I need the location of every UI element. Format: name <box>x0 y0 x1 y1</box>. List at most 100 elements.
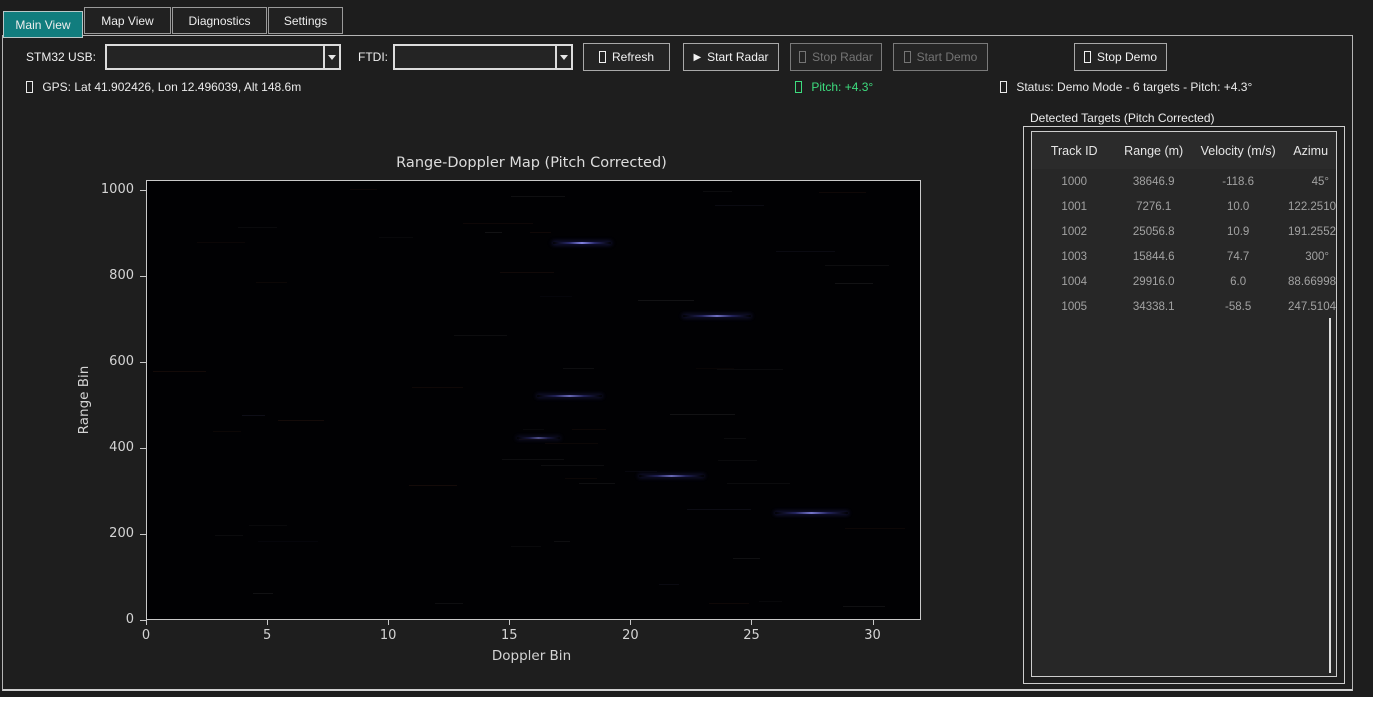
noise-speck <box>565 478 597 479</box>
noise-speck <box>703 191 732 192</box>
button-label: Start Demo <box>917 50 978 64</box>
target-streak <box>775 512 847 514</box>
stop-demo-button[interactable]: Stop Demo <box>1074 43 1167 71</box>
noise-speck <box>258 541 318 542</box>
table-cell: 191.2552 <box>1285 219 1336 244</box>
table-cell: 34338.1 <box>1116 294 1191 319</box>
column-header[interactable]: Velocity (m/s) <box>1191 132 1285 169</box>
x-tick-label: 5 <box>247 628 287 643</box>
noise-speck <box>350 189 377 190</box>
noise-speck <box>670 414 735 415</box>
stm32-usb-label: STM32 USB: <box>26 50 96 64</box>
targets-table[interactable]: Track IDRange (m)Velocity (m/s)Azimu1000… <box>1031 131 1337 677</box>
noise-speck <box>727 483 791 484</box>
table-cell: 25056.8 <box>1116 219 1191 244</box>
tab-label: Settings <box>284 14 327 28</box>
x-tick-label: 30 <box>853 628 893 643</box>
tab-label: Diagnostics <box>188 14 250 28</box>
table-row[interactable]: 100534338.1-58.5247.5104 <box>1032 294 1336 319</box>
table-row[interactable]: 100038646.9-118.645° <box>1032 169 1336 194</box>
start-radar-button[interactable]: ▶ Start Radar <box>683 43 779 71</box>
table-cell: 1002 <box>1032 219 1116 244</box>
column-header[interactable]: Range (m) <box>1116 132 1191 169</box>
noise-speck <box>197 242 244 243</box>
column-header[interactable]: Track ID <box>1032 132 1116 169</box>
tab-map-view[interactable]: Map View <box>84 7 171 34</box>
y-tick-mark <box>140 276 146 277</box>
stm32-usb-value[interactable] <box>107 46 323 68</box>
noise-speck <box>554 541 570 542</box>
noise-speck <box>724 438 746 439</box>
table-cell: 38646.9 <box>1116 169 1191 194</box>
x-tick-label: 20 <box>610 628 650 643</box>
noise-speck <box>215 535 243 536</box>
range-doppler-plot[interactable] <box>146 180 921 620</box>
table-scrollbar[interactable] <box>1329 318 1331 673</box>
stop-icon <box>1084 51 1091 63</box>
table-row[interactable]: 100429916.06.088.66998 <box>1032 269 1336 294</box>
table-cell: 29916.0 <box>1116 269 1191 294</box>
noise-speck <box>463 223 532 224</box>
y-tick-label: 600 <box>62 354 134 369</box>
noise-speck <box>519 439 547 440</box>
status-icon <box>1000 81 1007 93</box>
x-tick-mark <box>388 620 389 625</box>
gps-status: GPS: Lat 41.902426, Lon 12.496039, Alt 1… <box>26 80 301 94</box>
noise-speck <box>454 335 507 336</box>
ftdi-combobox[interactable] <box>393 44 573 70</box>
targets-panel-title: Detected Targets (Pitch Corrected) <box>1030 111 1215 125</box>
tab-main-view[interactable]: Main View <box>3 11 83 38</box>
noise-speck <box>540 296 572 297</box>
noise-speck <box>625 471 657 472</box>
table-cell: 1003 <box>1032 244 1116 269</box>
table-cell: 300° <box>1285 244 1336 269</box>
table-row[interactable]: 100315844.674.7300° <box>1032 244 1336 269</box>
noise-speck <box>717 369 783 370</box>
table-cell: 1004 <box>1032 269 1116 294</box>
column-header[interactable]: Azimu <box>1285 132 1336 169</box>
x-tick-mark <box>873 620 874 625</box>
noise-speck <box>249 525 287 526</box>
play-icon: ▶ <box>693 52 701 63</box>
noise-speck <box>541 465 605 466</box>
refresh-button[interactable]: Refresh <box>583 43 670 71</box>
table-cell: 74.7 <box>1191 244 1285 269</box>
start-demo-button[interactable]: Start Demo <box>893 43 988 71</box>
y-tick-mark <box>140 534 146 535</box>
noise-speck <box>502 459 564 460</box>
table-cell: 6.0 <box>1191 269 1285 294</box>
noise-speck <box>715 205 764 206</box>
x-tick-mark <box>630 620 631 625</box>
stop-radar-button[interactable]: Stop Radar <box>790 43 882 71</box>
noise-speck <box>638 300 694 301</box>
tab-diagnostics[interactable]: Diagnostics <box>172 7 267 34</box>
table-row[interactable]: 100225056.810.9191.2552 <box>1032 219 1336 244</box>
x-tick-label: 15 <box>489 628 529 643</box>
noise-speck <box>253 593 273 594</box>
noise-speck <box>238 227 277 228</box>
ftdi-value[interactable] <box>395 46 555 68</box>
noise-speck <box>435 603 463 604</box>
table-row[interactable]: 10017276.110.0122.2510 <box>1032 194 1336 219</box>
noise-speck <box>523 429 545 430</box>
noise-speck <box>845 528 905 529</box>
tab-settings[interactable]: Settings <box>268 7 343 34</box>
x-tick-mark <box>146 620 147 625</box>
dropdown-arrow-icon[interactable] <box>555 46 571 68</box>
table-cell: 45° <box>1285 169 1336 194</box>
pitch-icon <box>795 81 802 93</box>
x-tick-label: 0 <box>126 628 166 643</box>
y-tick-label: 200 <box>62 526 134 541</box>
noise-speck <box>563 368 594 369</box>
status-text: Status: Demo Mode - 6 targets - Pitch: +… <box>1016 80 1252 94</box>
dropdown-arrow-icon[interactable] <box>323 46 339 68</box>
stm32-usb-combobox[interactable] <box>105 44 341 70</box>
table-cell: 122.2510 <box>1285 194 1336 219</box>
chart-title: Range-Doppler Map (Pitch Corrected) <box>144 155 919 171</box>
button-label: Stop Demo <box>1097 50 1157 64</box>
target-streak <box>683 315 751 317</box>
x-tick-mark <box>509 620 510 625</box>
noise-speck <box>819 192 865 193</box>
noise-speck <box>242 415 265 416</box>
y-axis-label: Range Bin <box>76 366 92 435</box>
